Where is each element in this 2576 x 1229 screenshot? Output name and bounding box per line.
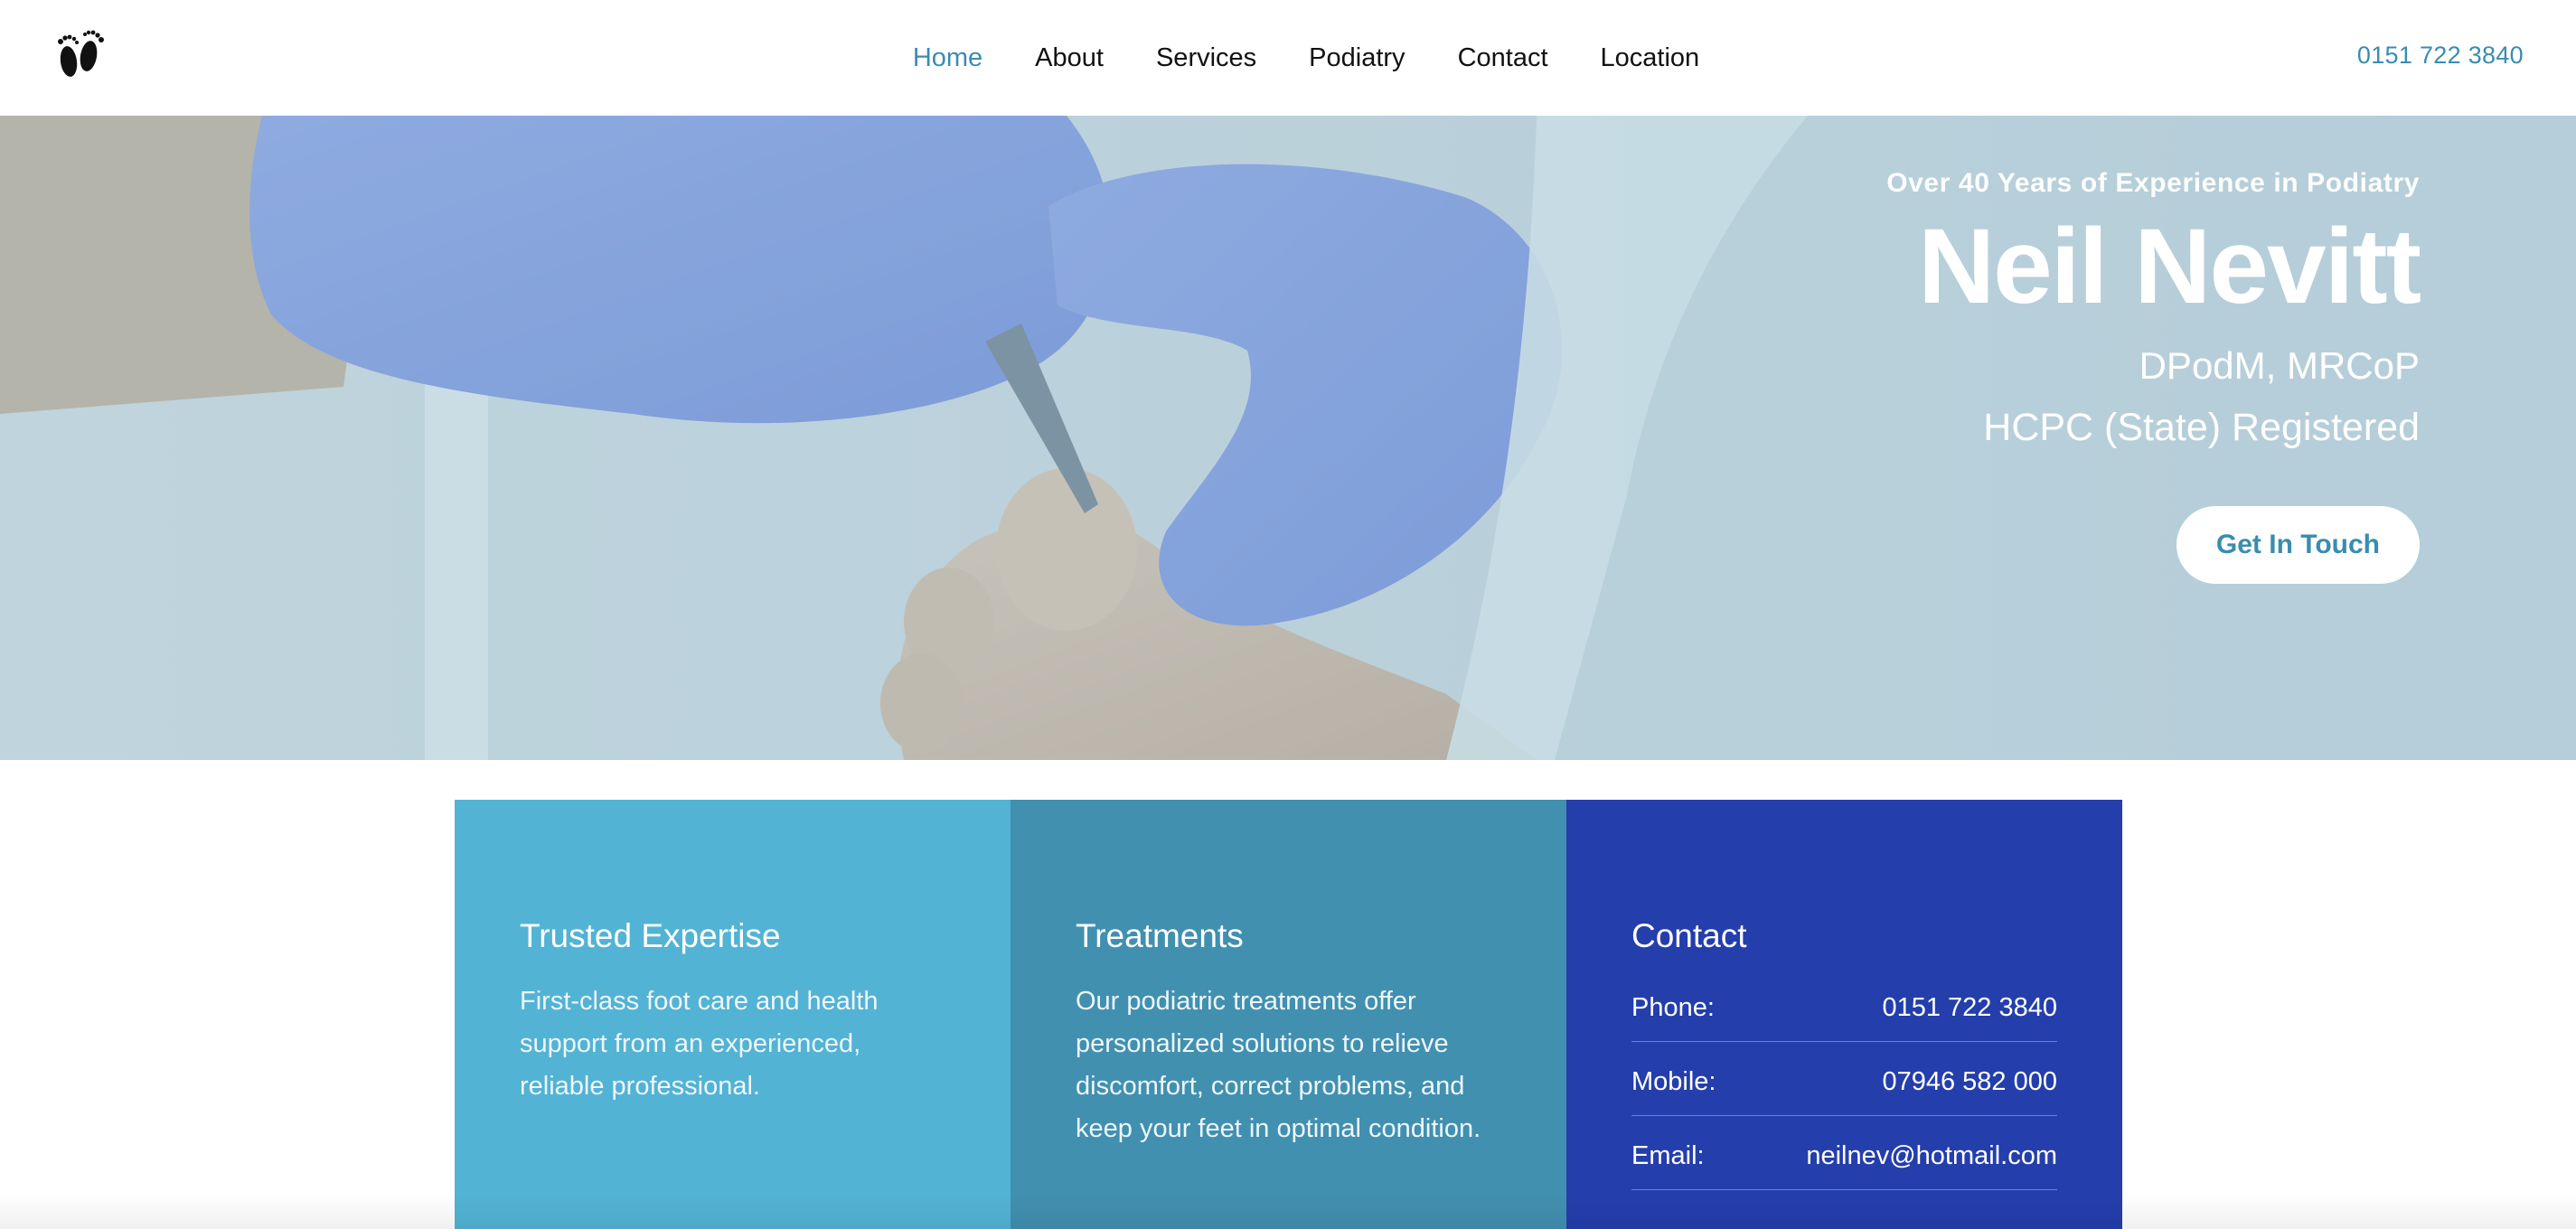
nav-contact[interactable]: Contact bbox=[1458, 43, 1548, 73]
hero-eyebrow: Over 40 Years of Experience in Podiatry bbox=[1886, 168, 2420, 198]
card-text: First-class foot care and health support… bbox=[520, 987, 879, 1101]
nav-about[interactable]: About bbox=[1035, 43, 1104, 73]
nav-location[interactable]: Location bbox=[1601, 43, 1700, 73]
card-contact: Contact Phone: 0151 722 3840 Mobile: 079… bbox=[1566, 800, 2122, 1229]
card-title: Contact bbox=[1631, 917, 1747, 954]
hero-credentials: DPodM, MRCoP bbox=[2139, 343, 2420, 387]
contact-label: Email: bbox=[1631, 1141, 1705, 1170]
nav-services[interactable]: Services bbox=[1156, 43, 1256, 73]
hero-section: Over 40 Years of Experience in Podiatry … bbox=[0, 116, 2576, 760]
header-phone-link[interactable]: 0151 722 3840 bbox=[2357, 42, 2524, 70]
contact-mobile-value[interactable]: 07946 582 000 bbox=[1882, 1067, 2057, 1097]
hero-registration: HCPC (State) Registered bbox=[1983, 406, 2420, 450]
card-text: Our podiatric treatments offer personali… bbox=[1076, 987, 1481, 1143]
card-title: Trusted Expertise bbox=[520, 917, 781, 954]
contact-email-value[interactable]: neilnev@hotmail.com bbox=[1806, 1141, 2057, 1171]
main-nav: Home About Services Podiatry Contact Loc… bbox=[0, 0, 2576, 116]
info-cards: Trusted Expertise First-class foot care … bbox=[455, 800, 2122, 1229]
contact-label: Mobile: bbox=[1631, 1067, 1716, 1096]
card-title: Treatments bbox=[1076, 917, 1244, 954]
bottom-shadow bbox=[0, 1193, 2576, 1229]
contact-phone-value[interactable]: 0151 722 3840 bbox=[1882, 993, 2057, 1023]
nav-podiatry[interactable]: Podiatry bbox=[1309, 43, 1405, 73]
card-trusted-expertise: Trusted Expertise First-class foot care … bbox=[455, 800, 1011, 1229]
hero-text: Over 40 Years of Experience in Podiatry … bbox=[1886, 168, 2421, 584]
contact-row-mobile: Mobile: 07946 582 000 bbox=[1631, 1055, 2057, 1116]
get-in-touch-button[interactable]: Get In Touch bbox=[2176, 505, 2420, 584]
card-treatments: Treatments Our podiatric treatments offe… bbox=[1011, 800, 1566, 1229]
nav-home[interactable]: Home bbox=[913, 43, 982, 73]
hero-title: Neil Nevitt bbox=[1917, 207, 2421, 326]
contact-row-email: Email: neilnev@hotmail.com bbox=[1631, 1129, 2057, 1190]
contact-row-phone: Phone: 0151 722 3840 bbox=[1631, 980, 2057, 1042]
contact-label: Phone: bbox=[1631, 993, 1715, 1022]
site-header: Home About Services Podiatry Contact Loc… bbox=[0, 0, 2576, 116]
